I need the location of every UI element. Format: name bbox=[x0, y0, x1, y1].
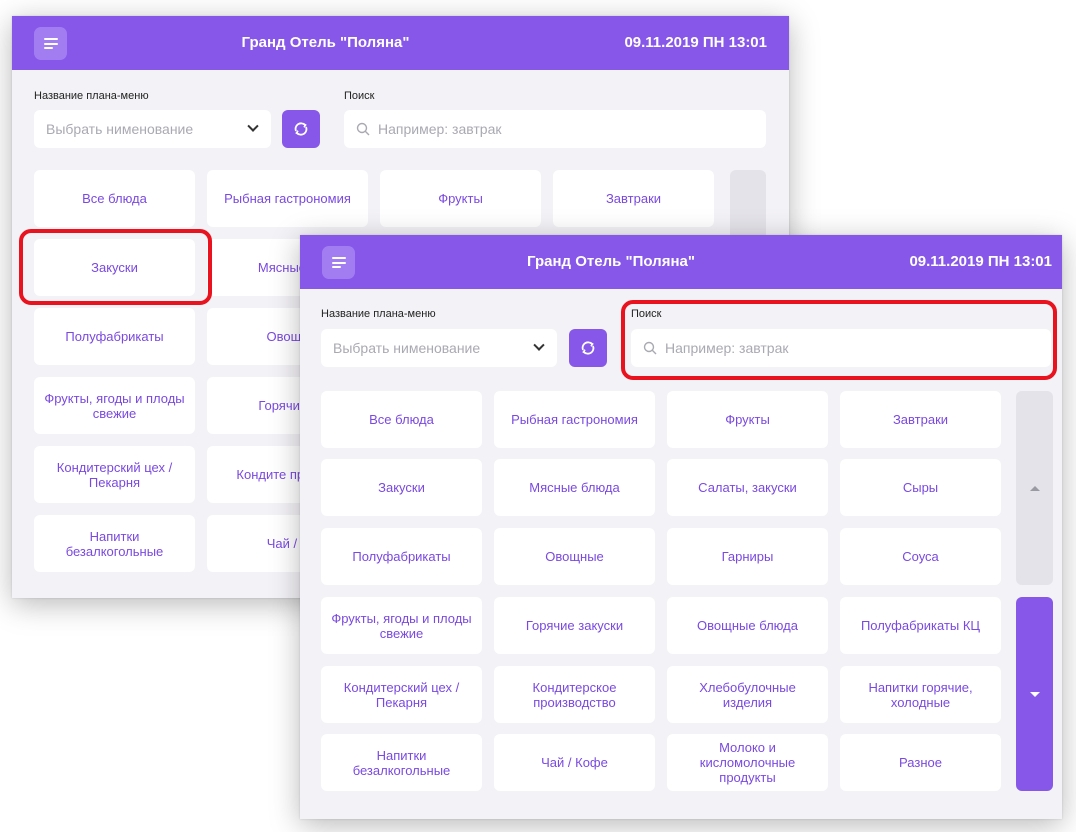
category-tile[interactable]: Рыбная гастрономия bbox=[207, 170, 368, 227]
category-tile[interactable]: Полуфабрикаты bbox=[34, 308, 195, 365]
plan-select-placeholder: Выбрать нименование bbox=[333, 340, 481, 356]
plan-label: Название плана-меню bbox=[321, 308, 436, 320]
category-tile[interactable]: Фрукты, ягоды и плоды свежие bbox=[34, 377, 195, 434]
category-tile[interactable]: Полуфабрикаты bbox=[321, 528, 482, 585]
refresh-button[interactable] bbox=[282, 110, 320, 148]
refresh-button[interactable] bbox=[569, 329, 607, 367]
category-tile[interactable]: Кондитерский цех / Пекарня bbox=[321, 666, 482, 723]
plan-select[interactable]: Выбрать нименование bbox=[321, 329, 557, 367]
arrow-up-icon bbox=[1029, 485, 1040, 491]
category-tile[interactable]: Мясные блюда bbox=[494, 459, 655, 516]
category-tile[interactable]: Полуфабрикаты КЦ bbox=[840, 597, 1001, 654]
datetime: 09.11.2019 ПН 13:01 bbox=[909, 253, 1052, 270]
search-label: Поиск bbox=[344, 90, 375, 102]
scroll-down-button[interactable] bbox=[1016, 597, 1053, 791]
category-tile[interactable]: Все блюда bbox=[321, 391, 482, 448]
category-tile[interactable]: Напитки безалкогольные bbox=[321, 734, 482, 791]
plan-select[interactable]: Выбрать нименование bbox=[34, 110, 271, 148]
category-tile[interactable]: Овощные блюда bbox=[667, 597, 828, 654]
category-tile[interactable]: Молоко и кисломолочные продукты bbox=[667, 734, 828, 791]
datetime: 09.11.2019 ПН 13:01 bbox=[624, 34, 767, 51]
scroll-up-button[interactable] bbox=[1016, 391, 1053, 585]
search-placeholder: Например: завтрак bbox=[378, 121, 502, 137]
category-tile[interactable]: Салаты, закуски bbox=[667, 459, 828, 516]
category-tile[interactable]: Чай / Кофе bbox=[494, 734, 655, 791]
hotel-title: Гранд Отель "Поляна" bbox=[527, 253, 695, 270]
refresh-icon bbox=[294, 122, 308, 136]
category-tile[interactable]: Напитки горячие, холодные bbox=[840, 666, 1001, 723]
chevron-down-icon bbox=[247, 120, 259, 132]
category-tile[interactable]: Овощные bbox=[494, 528, 655, 585]
category-tile[interactable]: Все блюда bbox=[34, 170, 195, 227]
category-tile[interactable]: Завтраки bbox=[553, 170, 714, 227]
hotel-title: Гранд Отель "Поляна" bbox=[241, 34, 410, 51]
plan-label: Название плана-меню bbox=[34, 90, 149, 102]
category-tile[interactable]: Завтраки bbox=[840, 391, 1001, 448]
category-tile[interactable]: Фрукты, ягоды и плоды свежие bbox=[321, 597, 482, 654]
category-tile[interactable]: Кондитерский цех / Пекарня bbox=[34, 446, 195, 503]
category-tile[interactable]: Сыры bbox=[840, 459, 1001, 516]
category-tile[interactable]: Гарниры bbox=[667, 528, 828, 585]
top-bar: Гранд Отель "Поляна" 09.11.2019 ПН 13:01 bbox=[300, 235, 1062, 289]
highlight-zakuski bbox=[19, 229, 212, 305]
plan-select-placeholder: Выбрать нименование bbox=[46, 121, 194, 137]
category-tile[interactable]: Напитки безалкогольные bbox=[34, 515, 195, 572]
refresh-icon bbox=[581, 341, 595, 355]
category-tile[interactable]: Кондитерское производство bbox=[494, 666, 655, 723]
category-tile[interactable]: Рыбная гастрономия bbox=[494, 391, 655, 448]
arrow-down-icon bbox=[1029, 691, 1040, 697]
chevron-down-icon bbox=[533, 339, 545, 351]
search-input[interactable]: Например: завтрак bbox=[344, 110, 766, 148]
highlight-search bbox=[621, 300, 1057, 380]
category-tile[interactable]: Горячие закуски bbox=[494, 597, 655, 654]
category-tile[interactable]: Фрукты bbox=[667, 391, 828, 448]
category-tile[interactable]: Разное bbox=[840, 734, 1001, 791]
scroll-up-button[interactable] bbox=[730, 170, 766, 240]
category-tile[interactable]: Фрукты bbox=[380, 170, 541, 227]
top-bar: Гранд Отель "Поляна" 09.11.2019 ПН 13:01 bbox=[12, 16, 789, 70]
search-icon bbox=[356, 122, 370, 136]
category-tile[interactable]: Закуски bbox=[321, 459, 482, 516]
category-tile[interactable]: Хлебобулочные изделия bbox=[667, 666, 828, 723]
category-tile[interactable]: Соуса bbox=[840, 528, 1001, 585]
